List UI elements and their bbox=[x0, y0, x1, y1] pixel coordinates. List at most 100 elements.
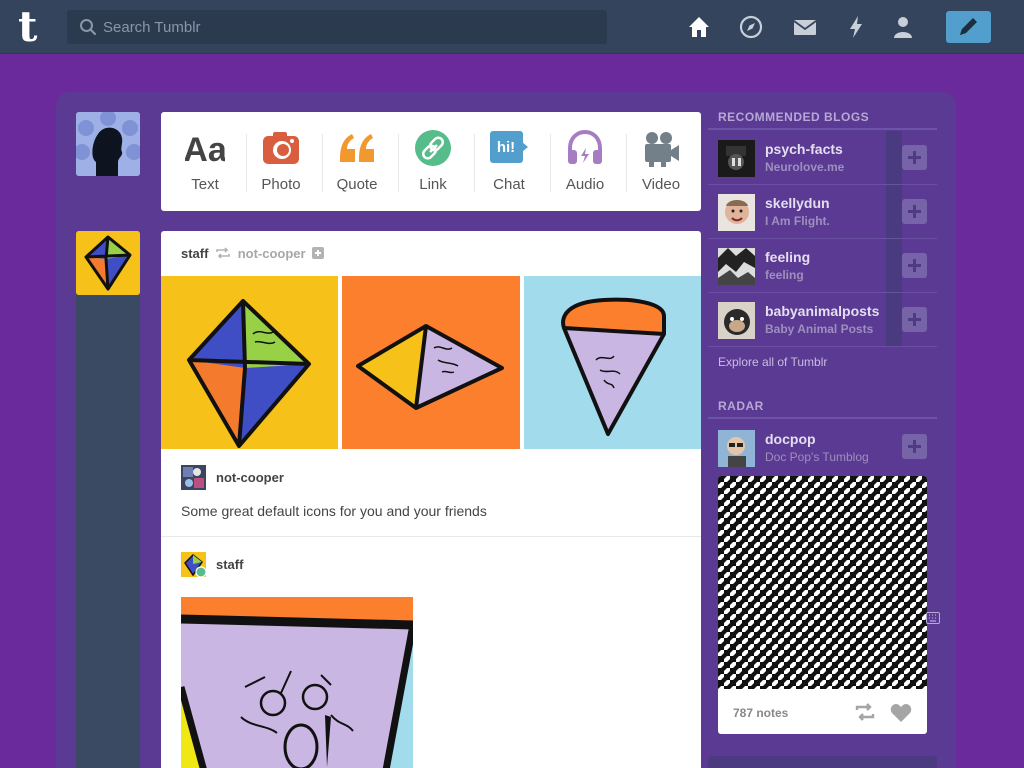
activity-lightning-icon[interactable] bbox=[843, 14, 869, 40]
inbox-envelope-icon[interactable] bbox=[792, 14, 818, 40]
scroll-track bbox=[886, 185, 902, 238]
post-type-label: Text bbox=[191, 176, 219, 193]
kite-drawing bbox=[161, 276, 338, 449]
headphones-icon bbox=[568, 129, 602, 164]
dashboard-post: staff not-cooper not-cooper Some great d… bbox=[161, 231, 701, 768]
recommended-blogs-heading: RECOMMENDED BLOGS bbox=[718, 110, 870, 124]
kite-avatar-image bbox=[76, 231, 140, 295]
blog-subtitle: feeling bbox=[765, 268, 804, 282]
text-aa-icon: Aa bbox=[185, 131, 225, 168]
post-type-video[interactable]: Video bbox=[623, 112, 699, 211]
trail-divider bbox=[161, 536, 701, 537]
search-box[interactable] bbox=[67, 10, 607, 44]
explore-compass-icon[interactable] bbox=[738, 14, 764, 40]
blog-subtitle: Baby Animal Posts bbox=[765, 322, 874, 336]
scroll-track bbox=[886, 131, 902, 184]
camera-icon bbox=[263, 132, 299, 164]
trail-body-text: Some great default icons for you and you… bbox=[181, 503, 487, 519]
svg-text:hi!: hi! bbox=[497, 139, 515, 156]
reblog-icon bbox=[216, 247, 230, 259]
reblog-icon[interactable] bbox=[854, 702, 876, 722]
blog-avatar bbox=[718, 194, 755, 231]
follow-button[interactable] bbox=[902, 253, 927, 278]
post-type-quote[interactable]: Quote bbox=[319, 112, 395, 211]
post-type-label: Link bbox=[419, 176, 447, 193]
post-type-audio[interactable]: Audio bbox=[547, 112, 623, 211]
follow-button[interactable] bbox=[902, 145, 927, 170]
pencil-icon bbox=[960, 18, 977, 35]
post-type-photo[interactable]: Photo bbox=[243, 112, 319, 211]
home-icon[interactable] bbox=[686, 14, 712, 40]
trail-blog-name[interactable]: staff bbox=[216, 557, 243, 572]
triangle-drawing bbox=[342, 276, 520, 449]
blog-subtitle: I Am Flight. bbox=[765, 214, 830, 228]
follow-button[interactable] bbox=[902, 199, 927, 224]
compose-button[interactable] bbox=[946, 11, 991, 43]
blog-avatar bbox=[718, 430, 755, 467]
blog-name: psych-facts bbox=[765, 141, 843, 157]
video-camera-icon bbox=[645, 132, 679, 167]
reblogged-from-link[interactable]: not-cooper bbox=[238, 246, 306, 261]
divider bbox=[708, 346, 937, 347]
ice-cream-cone-closeup-drawing bbox=[181, 597, 413, 768]
follow-button[interactable] bbox=[902, 307, 927, 332]
blog-name: skellydun bbox=[765, 195, 830, 211]
radar-post-card[interactable]: 787 notes bbox=[718, 476, 927, 734]
blog-subtitle: Doc Pop's Tumblog bbox=[765, 450, 869, 464]
search-input[interactable] bbox=[103, 10, 583, 44]
blog-avatar bbox=[718, 140, 755, 177]
post-type-link[interactable]: Link bbox=[395, 112, 471, 211]
account-person-icon[interactable] bbox=[890, 14, 916, 40]
explore-link[interactable]: Explore all of Tumblr bbox=[718, 355, 827, 369]
blog-avatar bbox=[718, 302, 755, 339]
reblog-trail-item: staff bbox=[181, 552, 681, 582]
avatar-column bbox=[76, 231, 140, 768]
sidebar-bottom-strip bbox=[708, 756, 937, 768]
staff-avatar[interactable] bbox=[76, 231, 140, 295]
section-rule bbox=[708, 128, 937, 130]
post-type-label: Quote bbox=[336, 176, 378, 193]
ice-cream-cone-drawing bbox=[524, 276, 701, 449]
post-author-link[interactable]: staff bbox=[181, 246, 208, 261]
user-avatar[interactable] bbox=[76, 112, 140, 176]
trail-blog-name[interactable]: not-cooper bbox=[216, 470, 284, 485]
photoset-image[interactable] bbox=[342, 276, 520, 449]
blog-subtitle: Neurolove.me bbox=[765, 160, 845, 174]
blog-name: babyanimalposts bbox=[765, 303, 880, 319]
recommended-blog-item[interactable]: babyanimalposts Baby Animal Posts bbox=[708, 293, 937, 346]
post-header: staff not-cooper bbox=[181, 246, 325, 262]
follow-plus-icon[interactable] bbox=[312, 247, 325, 259]
reblog-trail-item: not-cooper Some great default icons for … bbox=[181, 465, 681, 525]
follow-button[interactable] bbox=[902, 434, 927, 459]
silhouette-avatar-image bbox=[76, 112, 140, 176]
trail-avatar[interactable] bbox=[181, 552, 206, 577]
blog-name: docpop bbox=[765, 431, 816, 447]
search-icon bbox=[80, 19, 97, 36]
photoset-image[interactable] bbox=[524, 276, 701, 449]
keyboard-shortcuts-icon[interactable] bbox=[926, 612, 940, 624]
post-type-label: Video bbox=[641, 176, 681, 193]
like-heart-icon[interactable] bbox=[890, 703, 912, 723]
recommended-blog-item[interactable]: feeling feeling bbox=[708, 239, 937, 292]
post-type-label: Chat bbox=[493, 176, 525, 193]
scroll-track bbox=[886, 293, 902, 346]
tumblr-logo[interactable]: t bbox=[18, 6, 50, 48]
chat-bubble-icon: hi! bbox=[490, 131, 528, 163]
post-type-selector: Aa Text Photo Quote Link hi! Chat Audio … bbox=[161, 112, 701, 211]
post-type-label: Audio bbox=[565, 176, 605, 193]
photoset-image[interactable] bbox=[161, 276, 338, 449]
post-type-text[interactable]: Aa Text bbox=[167, 112, 243, 211]
top-navigation-bar: t bbox=[0, 0, 1024, 54]
post-type-chat[interactable]: hi! Chat bbox=[471, 112, 547, 211]
trail-avatar[interactable] bbox=[181, 465, 206, 490]
blog-avatar bbox=[718, 248, 755, 285]
radar-blog-item[interactable]: docpop Doc Pop's Tumblog bbox=[708, 421, 937, 474]
link-icon bbox=[415, 130, 451, 166]
recommended-blog-item[interactable]: skellydun I Am Flight. bbox=[708, 185, 937, 238]
radar-heading: RADAR bbox=[718, 399, 764, 413]
recommended-blog-item[interactable]: psych-facts Neurolove.me bbox=[708, 131, 937, 184]
post-body-image[interactable] bbox=[181, 597, 413, 768]
notes-count[interactable]: 787 notes bbox=[733, 706, 788, 720]
houndstooth-image bbox=[718, 476, 927, 689]
svg-text:Aa: Aa bbox=[185, 131, 225, 168]
